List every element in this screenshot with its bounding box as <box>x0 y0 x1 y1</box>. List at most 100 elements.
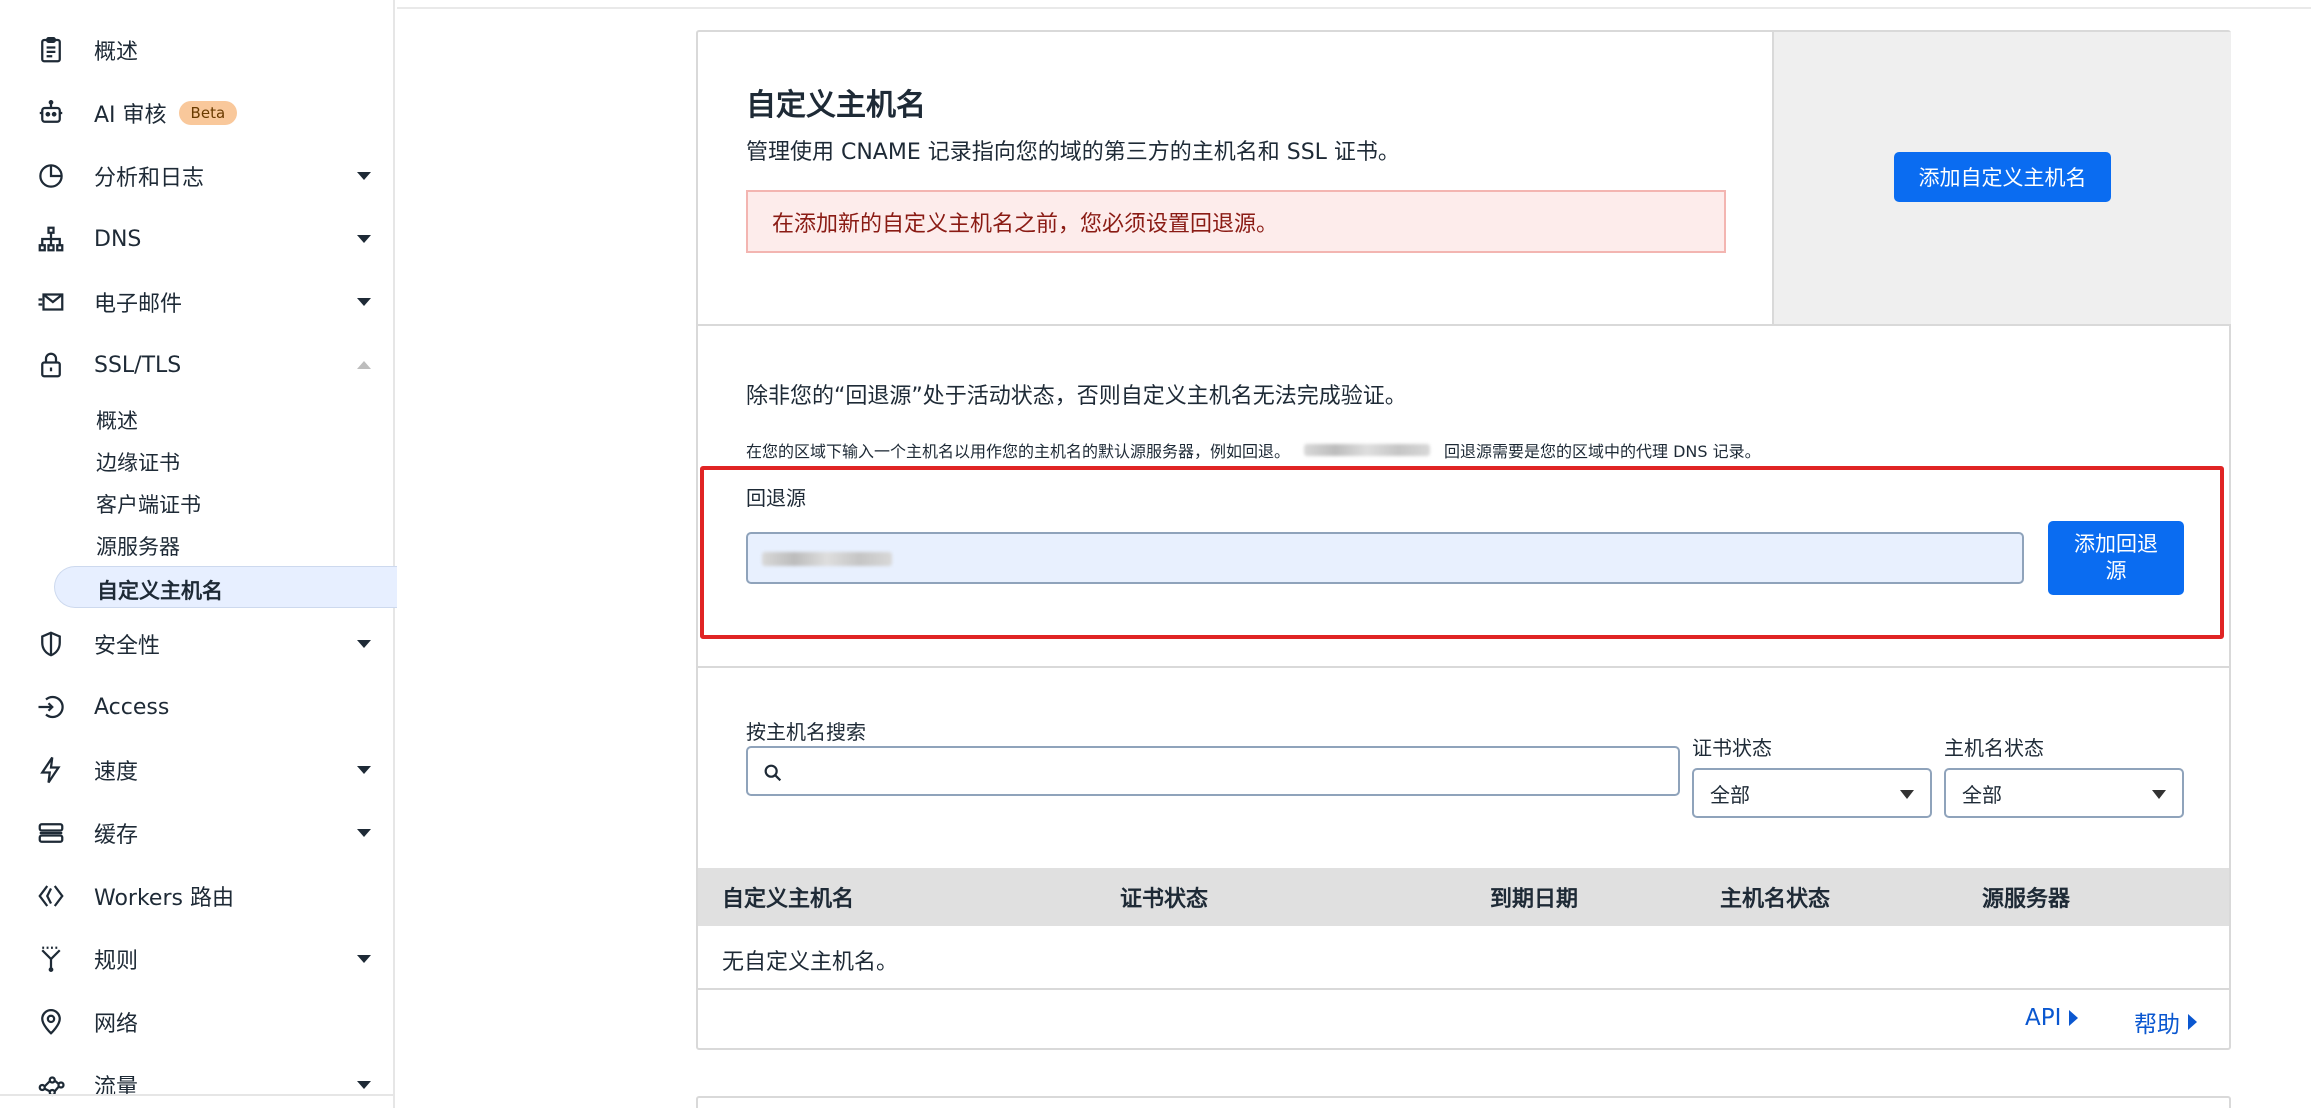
sidebar-item-traffic[interactable]: 流量 <box>0 1059 395 1108</box>
sidebar-subitem-ssl-overview[interactable]: 概述 <box>96 405 138 435</box>
sidebar-item-network[interactable]: 网络 <box>0 996 395 1048</box>
chevron-down-icon[interactable] <box>357 1081 371 1089</box>
add-fallback-origin-button[interactable]: 添加回退源 <box>2048 521 2184 595</box>
api-link[interactable]: API <box>2025 1005 2079 1031</box>
custom-hostnames-card: 自定义主机名 管理使用 CNAME 记录指向您的域的第三方的主机名和 SSL 证… <box>696 30 2231 1050</box>
lightning-icon <box>34 753 68 787</box>
column-cert-status[interactable]: 证书状态 <box>1120 881 1208 913</box>
sidebar-item-label: SSL/TLS <box>94 352 182 378</box>
redacted-hostname <box>1304 444 1431 456</box>
sidebar-subitem-label: 自定义主机名 <box>97 579 223 603</box>
chevron-down-icon[interactable] <box>357 640 371 648</box>
divider <box>698 324 2229 326</box>
sidebar: 概述 AI 审核 Beta 分析和日志 DNS 电子邮件 SSL/TLS 概述 … <box>0 0 397 1108</box>
fallback-help-prefix: 在您的区域下输入一个主机名以用作您的主机名的默认源服务器，例如回退。 <box>746 442 1291 461</box>
beta-badge: Beta <box>178 101 238 125</box>
chevron-down-icon[interactable] <box>357 172 371 180</box>
sidebar-subitem-origin-server[interactable]: 源服务器 <box>96 531 180 561</box>
chevron-down-icon <box>1900 790 1914 799</box>
robot-icon <box>34 96 68 130</box>
divider <box>698 666 2229 668</box>
table-empty-message: 无自定义主机名。 <box>722 950 899 975</box>
sidebar-item-ai-review[interactable]: AI 审核 Beta <box>0 87 395 139</box>
chevron-down-icon <box>2152 790 2166 799</box>
caret-right-icon <box>2188 1014 2197 1030</box>
divider <box>397 7 2311 9</box>
network-tree-icon <box>34 222 68 256</box>
pie-chart-icon <box>34 159 68 193</box>
sidebar-item-security[interactable]: 安全性 <box>0 618 395 670</box>
cert-status-label: 证书状态 <box>1692 736 1772 760</box>
sidebar-item-ssl-tls[interactable]: SSL/TLS <box>0 339 395 391</box>
sidebar-item-label: 概述 <box>94 40 139 65</box>
app-root: 概述 AI 审核 Beta 分析和日志 DNS 电子邮件 SSL/TLS 概述 … <box>0 0 2311 1108</box>
divider <box>0 1094 395 1096</box>
sidebar-item-label: AI 审核 <box>94 103 167 128</box>
sidebar-item-label: 缓存 <box>94 823 139 848</box>
sidebar-item-label: 分析和日志 <box>94 166 205 191</box>
sidebar-item-email[interactable]: 电子邮件 <box>0 276 395 328</box>
chevron-down-icon[interactable] <box>357 955 371 963</box>
sidebar-item-access[interactable]: Access <box>0 681 395 733</box>
help-link[interactable]: 帮助 <box>2134 1005 2197 1039</box>
column-hostname-status[interactable]: 主机名状态 <box>1720 881 1830 913</box>
sidebar-item-workers-routes[interactable]: Workers 路由 <box>0 870 395 922</box>
chevron-down-icon[interactable] <box>357 235 371 243</box>
table-header: 自定义主机名 证书状态 到期日期 主机名状态 源服务器 <box>698 868 2229 926</box>
page-description: 管理使用 CNAME 记录指向您的域的第三方的主机名和 SSL 证书。 <box>746 140 1400 165</box>
fallback-help-suffix: 回退源需要是您的区域中的代理 DNS 记录。 <box>1444 442 1761 461</box>
sidebar-item-label: Access <box>94 694 170 720</box>
sidebar-item-label: 流量 <box>94 1075 139 1100</box>
clipboard-icon <box>34 33 68 67</box>
next-card <box>696 1096 2231 1108</box>
card-action-panel: 添加自定义主机名 <box>1772 32 2231 324</box>
chevron-down-icon[interactable] <box>357 829 371 837</box>
page-title: 自定义主机名 <box>746 88 926 123</box>
chevron-down-icon[interactable] <box>357 766 371 774</box>
sidebar-item-analytics[interactable]: 分析和日志 <box>0 150 395 202</box>
fallback-origin-label: 回退源 <box>746 486 806 510</box>
add-custom-hostname-button[interactable]: 添加自定义主机名 <box>1894 152 2111 202</box>
storage-icon <box>34 816 68 850</box>
sidebar-item-overview[interactable]: 概述 <box>0 24 395 76</box>
cert-status-select[interactable]: 全部 <box>1692 768 1932 818</box>
sidebar-item-dns[interactable]: DNS <box>0 213 395 265</box>
location-pin-icon <box>34 1005 68 1039</box>
sidebar-item-speed[interactable]: 速度 <box>0 744 395 796</box>
rules-icon <box>34 942 68 976</box>
hostname-status-value: 全部 <box>1962 782 2002 807</box>
api-link-label: API <box>2025 1005 2062 1031</box>
divider <box>698 988 2229 990</box>
sidebar-item-label: 安全性 <box>94 634 161 659</box>
error-alert: 在添加新的自定义主机名之前，您必须设置回退源。 <box>746 190 1726 253</box>
caret-right-icon <box>2069 1010 2079 1026</box>
sidebar-item-rules[interactable]: 规则 <box>0 933 395 985</box>
fallback-origin-input[interactable] <box>746 532 2024 584</box>
workers-icon <box>34 879 68 913</box>
search-icon <box>764 764 782 782</box>
fallback-origin-note: 除非您的“回退源”处于活动状态，否则自定义主机名无法完成验证。 <box>746 384 1407 409</box>
hostname-search-input[interactable] <box>746 746 1680 796</box>
chevron-down-icon[interactable] <box>357 298 371 306</box>
cert-status-value: 全部 <box>1710 782 1750 807</box>
lock-icon <box>34 348 68 382</box>
fallback-origin-help: 在您的区域下输入一个主机名以用作您的主机名的默认源服务器，例如回退。 回退源需要… <box>746 438 1761 462</box>
shield-icon <box>34 627 68 661</box>
column-custom-hostname[interactable]: 自定义主机名 <box>722 881 854 913</box>
chevron-up-icon[interactable] <box>357 361 371 369</box>
sidebar-item-label: DNS <box>94 226 142 252</box>
column-expiry-date[interactable]: 到期日期 <box>1490 881 1578 913</box>
hostname-status-label: 主机名状态 <box>1944 736 2044 760</box>
sidebar-item-label: 规则 <box>94 949 139 974</box>
sidebar-item-label: 网络 <box>94 1012 139 1037</box>
traffic-icon <box>34 1068 68 1102</box>
sidebar-subitem-edge-certificates[interactable]: 边缘证书 <box>96 447 180 477</box>
column-origin-server[interactable]: 源服务器 <box>1982 881 2070 913</box>
sidebar-subitem-client-certificates[interactable]: 客户端证书 <box>96 489 201 519</box>
sidebar-item-label: Workers 路由 <box>94 886 234 911</box>
sidebar-item-cache[interactable]: 缓存 <box>0 807 395 859</box>
search-label: 按主机名搜索 <box>746 720 866 744</box>
alert-text: 在添加新的自定义主机名之前，您必须设置回退源。 <box>772 211 1279 237</box>
hostname-status-select[interactable]: 全部 <box>1944 768 2184 818</box>
sidebar-subitem-custom-hostnames[interactable]: 自定义主机名 <box>54 566 397 608</box>
